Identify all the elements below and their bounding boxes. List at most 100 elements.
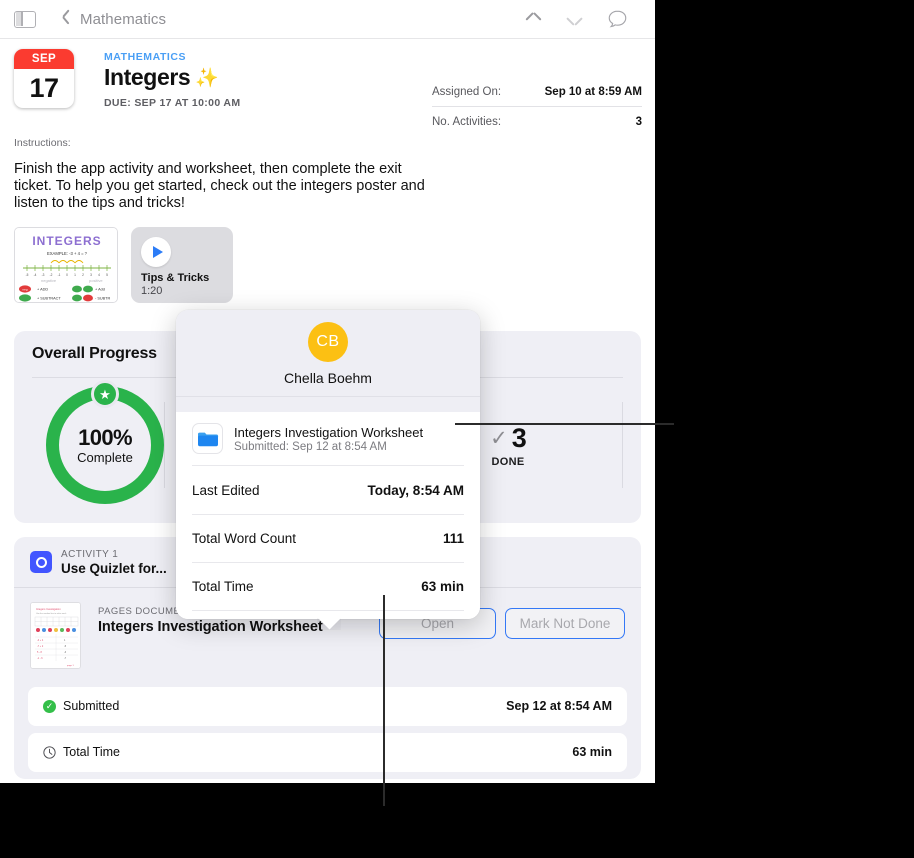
submitted-label: Submitted	[63, 699, 120, 714]
popover-value: 111	[442, 531, 464, 546]
popover-file-submitted: Submitted: Sep 12 at 8:54 AM	[234, 440, 387, 453]
svg-text:positive: positive	[89, 278, 103, 283]
folder-icon	[192, 423, 223, 454]
total-time-label: Total Time	[63, 745, 120, 760]
page-title: Integers ✨	[104, 64, 240, 91]
stat-top: ✓ 3	[490, 422, 527, 454]
svg-text:5 - 8: 5 - 8	[37, 651, 42, 654]
popover-value: 63 min	[421, 579, 464, 594]
stat-label: DONE	[491, 455, 525, 468]
audio-duration: 1:20	[141, 284, 163, 297]
chevron-left-icon	[62, 12, 71, 27]
sidebar-toggle-icon[interactable]	[14, 10, 36, 28]
play-triangle	[152, 245, 163, 258]
sparkles-icon: ✨	[195, 67, 219, 89]
attachments-row: INTEGERS EXAMPLE: -3 + 4 = ? -5 -4 -3 -2 -1…	[0, 212, 655, 303]
meta-label: Assigned On:	[432, 86, 502, 98]
integers-poster-thumbnail[interactable]: INTEGERS EXAMPLE: -3 + 4 = ? -5 -4 -3 -2 -1…	[14, 226, 118, 303]
popover-value: Today, 8:54 AM	[367, 482, 464, 498]
audio-attachment-card[interactable]: Tips & Tricks 1:20	[131, 226, 233, 303]
toolbar-actions	[525, 10, 641, 28]
svg-text:page 1: page 1	[67, 665, 74, 667]
popover-last-edited-row: Last Edited Today, 8:54 AM	[192, 466, 464, 514]
svg-text:INTEGERS: INTEGERS	[32, 234, 101, 248]
popover-spacer	[176, 396, 480, 412]
svg-text:neg: neg	[22, 287, 27, 291]
toolbar: Mathematics	[0, 0, 655, 39]
meta-value: 3	[635, 116, 642, 128]
annotation-line-horizontal	[455, 423, 674, 425]
back-button-label: Mathematics	[80, 10, 167, 28]
chevron-up-icon[interactable]	[525, 12, 542, 24]
student-name: Chella Boehm	[284, 370, 372, 386]
popover-word-count-row: Total Word Count 111	[192, 514, 464, 562]
progress-percent: 100%	[78, 425, 132, 451]
progress-ring: 100% Complete ★	[46, 380, 164, 505]
meta-label: No. Activities:	[432, 116, 502, 128]
popover-header: CB Chella Boehm	[176, 310, 480, 396]
avatar: CB	[308, 322, 348, 362]
play-icon[interactable]	[141, 236, 171, 267]
progress-sublabel: Complete	[77, 450, 133, 466]
svg-text:-1 - 6: -1 - 6	[37, 657, 43, 660]
poster-artwork: INTEGERS EXAMPLE: -3 + 4 = ? -5 -4 -3 -2 -1…	[15, 227, 117, 302]
svg-text:0: 0	[66, 273, 68, 277]
instructions-label: Instructions:	[14, 137, 71, 149]
subject-tag: MATHEMATICS	[104, 51, 187, 63]
popover-key: Total Time	[192, 579, 254, 594]
popover-body: Integers Investigation Worksheet Submitt…	[176, 412, 480, 619]
svg-text:1: 1	[74, 273, 76, 277]
svg-text:3: 3	[90, 273, 92, 277]
popover-file-row[interactable]: Integers Investigation Worksheet Submitt…	[192, 412, 464, 465]
clock-icon	[43, 746, 56, 759]
svg-text:Use the number line to solve e: Use the number line to solve each	[36, 612, 66, 615]
document-preview-artwork: Integers Investigation Use the number li…	[31, 602, 80, 668]
svg-text:-7 + 2: -7 + 2	[37, 645, 44, 648]
popover-arrow	[317, 618, 341, 630]
svg-text:-5: -5	[26, 273, 29, 277]
chevron-down-icon[interactable]	[566, 14, 583, 26]
stat-number: 3	[511, 422, 527, 453]
mark-not-done-button[interactable]: Mark Not Done	[505, 607, 625, 639]
document-title: Integers Investigation Worksheet	[98, 618, 323, 635]
student-detail-popover: CB Chella Boehm Integers Investigation W…	[176, 310, 480, 630]
popover-file-text: Integers Investigation Worksheet Submitt…	[234, 425, 423, 453]
svg-text:- SUBTR: - SUBTR	[95, 296, 110, 300]
popover-key: Total Word Count	[192, 531, 297, 546]
svg-text:-4: -4	[34, 273, 37, 277]
svg-text:+ Add: + Add	[95, 287, 105, 291]
submitted-value: Sep 12 at 8:54 AM	[506, 699, 612, 714]
sidebar-icon-divider	[21, 12, 23, 26]
annotation-line-vertical	[383, 595, 385, 806]
pages-document-thumbnail[interactable]: Integers Investigation Use the number li…	[30, 601, 81, 669]
svg-text:-3 + 4: -3 + 4	[37, 639, 44, 642]
svg-text:-1: -1	[58, 273, 61, 277]
meta-row-assigned-on: Assigned On: Sep 10 at 8:59 AM	[432, 82, 642, 106]
folder-glyph	[197, 432, 218, 446]
back-button[interactable]: Mathematics	[62, 11, 166, 28]
meta-row-no-activities: No. Activities: 3	[432, 106, 642, 136]
due-date-text: DUE: SEP 17 AT 10:00 AM	[104, 97, 241, 109]
activity-name: Use Quizlet for...	[61, 560, 167, 576]
meta-value: Sep 10 at 8:59 AM	[544, 86, 642, 98]
popover-key: Last Edited	[192, 482, 260, 498]
speech-bubble-icon[interactable]	[608, 10, 627, 28]
assignment-meta: Assigned On: Sep 10 at 8:59 AM No. Activ…	[432, 82, 642, 136]
svg-text:Integers Investigation: Integers Investigation	[36, 607, 61, 611]
total-time-left: Total Time	[43, 745, 120, 759]
svg-text:+ ADD: + ADD	[37, 287, 48, 291]
check-circle-icon: ✓	[43, 699, 56, 713]
due-date-badge: SEP 17	[14, 49, 74, 108]
audio-title: Tips & Tricks	[141, 271, 210, 284]
total-time-value: 63 min	[572, 745, 612, 760]
svg-text:2: 2	[82, 273, 84, 277]
svg-text:4: 4	[98, 273, 100, 277]
svg-text:EXAMPLE: -3 + 4 = ?: EXAMPLE: -3 + 4 = ?	[47, 251, 88, 256]
due-date-month: SEP	[14, 49, 74, 69]
check-icon: ✓	[490, 426, 508, 450]
instructions-body: Finish the app activity and worksheet, t…	[14, 161, 425, 211]
svg-text:negative: negative	[41, 278, 57, 283]
popover-total-time-row: Total Time 63 min	[192, 562, 464, 610]
activity-kicker: ACTIVITY 1	[61, 548, 119, 560]
due-date-day: 17	[29, 73, 59, 103]
